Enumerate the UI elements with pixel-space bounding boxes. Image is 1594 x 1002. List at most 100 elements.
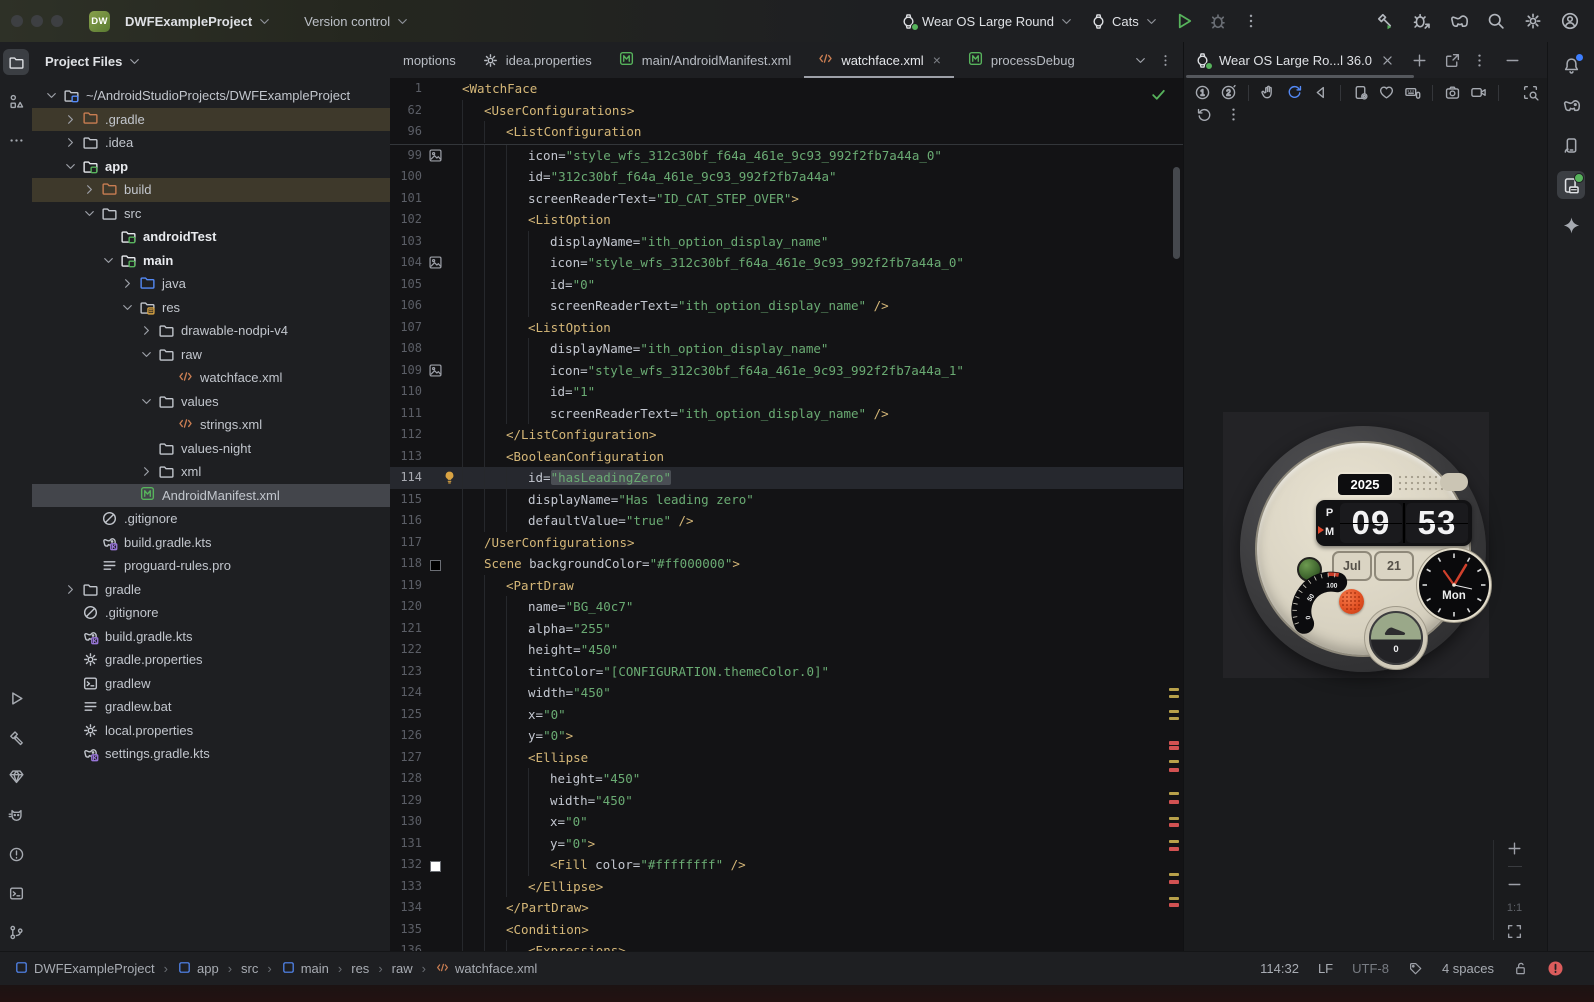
- code-line[interactable]: 129 width="450": [390, 789, 1183, 811]
- warning-stripe-mark[interactable]: [1169, 710, 1179, 713]
- tree-item[interactable]: proguard-rules.pro: [32, 554, 390, 578]
- zoom-out-button[interactable]: [1506, 876, 1523, 893]
- indent-widget[interactable]: 4 spaces: [1442, 961, 1494, 976]
- emulator-screenshot-zoom-button[interactable]: [1522, 84, 1539, 101]
- error-stripe-mark[interactable]: [1169, 823, 1179, 827]
- tab-options-button[interactable]: [1158, 53, 1173, 68]
- tree-item[interactable]: .gitignore: [32, 601, 390, 625]
- editor-tab[interactable]: main/AndroidManifest.xml: [605, 42, 805, 78]
- tool-folder-button[interactable]: [3, 49, 29, 75]
- code-line[interactable]: 121 alpha="255": [390, 617, 1183, 639]
- hidden-tabs-button[interactable]: [1133, 53, 1148, 68]
- code-line[interactable]: 122 height="450": [390, 639, 1183, 661]
- warning-stripe-mark[interactable]: [1169, 840, 1179, 843]
- tool-structure-button[interactable]: [3, 88, 29, 114]
- editor-tab[interactable]: watchface.xml ×: [804, 42, 954, 78]
- tree-item[interactable]: xml: [32, 460, 390, 484]
- tree-item[interactable]: androidTest: [32, 225, 390, 249]
- debug-button[interactable]: [1208, 11, 1228, 31]
- code-line[interactable]: 101 screenReaderText="ID_CAT_STEP_OVER">: [390, 187, 1183, 209]
- line-ending-widget[interactable]: LF: [1318, 961, 1333, 976]
- tree-item[interactable]: .gradle: [32, 107, 390, 131]
- add-device-button[interactable]: [1411, 52, 1428, 69]
- open-in-window-button[interactable]: [1444, 52, 1461, 69]
- avatar-button[interactable]: [1560, 11, 1580, 31]
- tree-item[interactable]: res: [32, 296, 390, 320]
- error-indicator[interactable]: [1547, 960, 1564, 977]
- emulator-screen[interactable]: 2025 PM 09 53 Jul 21 Mon 100 50 0 0: [1223, 412, 1489, 678]
- code-line[interactable]: 119 <PartDraw: [390, 574, 1183, 596]
- chevron-down-icon[interactable]: [44, 88, 59, 103]
- emulator-keyboard-button[interactable]: [1404, 84, 1421, 101]
- tree-item[interactable]: main: [32, 249, 390, 273]
- encoding-widget[interactable]: UTF-8: [1352, 961, 1389, 976]
- tree-item[interactable]: ~/AndroidStudioProjects/DWFExampleProjec…: [32, 84, 390, 108]
- chevron-right-icon[interactable]: [63, 135, 78, 150]
- warning-stripe-mark[interactable]: [1169, 695, 1179, 698]
- elephant-sync-button[interactable]: [1449, 11, 1469, 31]
- error-stripe-mark[interactable]: [1169, 746, 1179, 750]
- more-run-actions-button[interactable]: [1242, 12, 1260, 30]
- code-editor[interactable]: 1 <WatchFace 62 <UserConfigurations> 96 <List…: [390, 78, 1183, 952]
- code-line[interactable]: 109 icon="style_wfs_312c30bf_f64a_461e_9c…: [390, 359, 1183, 381]
- run-configuration-selector[interactable]: Cats: [1083, 6, 1166, 36]
- device-selector[interactable]: Wear OS Large Round: [893, 6, 1081, 36]
- maximize-window-button[interactable]: [51, 15, 63, 27]
- code-line[interactable]: 133 </Ellipse>: [390, 875, 1183, 897]
- code-line[interactable]: 135 <Condition>: [390, 918, 1183, 940]
- run-button[interactable]: [1174, 11, 1194, 31]
- tree-item[interactable]: raw: [32, 343, 390, 367]
- chevron-right-icon[interactable]: [63, 582, 78, 597]
- tree-item[interactable]: src: [32, 202, 390, 226]
- warning-stripe-mark[interactable]: [1169, 897, 1179, 900]
- chevron-right-icon[interactable]: [139, 464, 154, 479]
- tool-bell-button[interactable]: [1557, 51, 1585, 79]
- tree-item[interactable]: watchface.xml: [32, 366, 390, 390]
- warning-stripe-mark[interactable]: [1169, 688, 1179, 691]
- code-line[interactable]: 103 displayName="ith_option_display_name": [390, 230, 1183, 252]
- code-line[interactable]: 134 </PartDraw>: [390, 897, 1183, 919]
- error-stripe-mark[interactable]: [1169, 847, 1179, 851]
- gear-button[interactable]: [1523, 11, 1543, 31]
- window-controls[interactable]: [11, 15, 63, 27]
- emulator-rotate-ccw-button[interactable]: [1196, 106, 1213, 123]
- code-line[interactable]: 113 <BooleanConfiguration: [390, 445, 1183, 467]
- code-line[interactable]: 106 screenReaderText="ith_option_display_…: [390, 295, 1183, 317]
- tree-item[interactable]: gradle: [32, 578, 390, 602]
- chevron-down-icon[interactable]: [63, 159, 78, 174]
- warning-stripe-mark[interactable]: [1169, 760, 1179, 763]
- tree-item[interactable]: drawable-nodpi-v4: [32, 319, 390, 343]
- project-panel-header[interactable]: Project Files: [32, 42, 390, 80]
- code-line[interactable]: 118 Scene backgroundColor="#ff000000">: [390, 553, 1183, 575]
- emulator-phone-gear-button[interactable]: [1352, 84, 1369, 101]
- editor-tab[interactable]: moptions: [390, 42, 469, 78]
- close-device-tab-button[interactable]: [1380, 53, 1395, 68]
- code-line[interactable]: 107 <ListOption: [390, 316, 1183, 338]
- emulator-hand-button[interactable]: [1260, 84, 1277, 101]
- tree-item[interactable]: AndroidManifest.xml: [32, 483, 390, 507]
- tree-item[interactable]: build: [32, 178, 390, 202]
- code-line[interactable]: 114 id="hasLeadingZero": [390, 467, 1183, 489]
- warning-stripe-mark[interactable]: [1169, 873, 1179, 876]
- code-line[interactable]: 111 screenReaderText="ith_option_display_…: [390, 402, 1183, 424]
- zoom-actual-button[interactable]: 1:1: [1507, 902, 1522, 914]
- tree-item[interactable]: values: [32, 390, 390, 414]
- tree-item[interactable]: build.gradle.kts: [32, 625, 390, 649]
- tool-running-devices-button[interactable]: [1557, 171, 1585, 199]
- chevron-right-icon[interactable]: [63, 112, 78, 127]
- code-line[interactable]: 112 </ListConfiguration>: [390, 424, 1183, 446]
- chevron-right-icon[interactable]: [139, 323, 154, 338]
- tree-item[interactable]: app: [32, 155, 390, 179]
- emulator-back-triangle-button[interactable]: [1312, 84, 1329, 101]
- tool-hammer-button[interactable]: [3, 724, 29, 750]
- breadcrumb-item[interactable]: src: [241, 961, 258, 976]
- version-control-menu[interactable]: Version control: [297, 6, 417, 36]
- tree-item[interactable]: gradle.properties: [32, 648, 390, 672]
- tool-device-manager-button[interactable]: [1557, 131, 1585, 159]
- code-line[interactable]: 62 <UserConfigurations>: [390, 99, 1183, 121]
- search-button[interactable]: [1486, 11, 1506, 31]
- tool-gradle-elephant-button[interactable]: [1557, 91, 1585, 119]
- tool-gem-button[interactable]: [3, 763, 29, 789]
- tree-item[interactable]: values-night: [32, 437, 390, 461]
- emulator-camera-button[interactable]: [1444, 84, 1461, 101]
